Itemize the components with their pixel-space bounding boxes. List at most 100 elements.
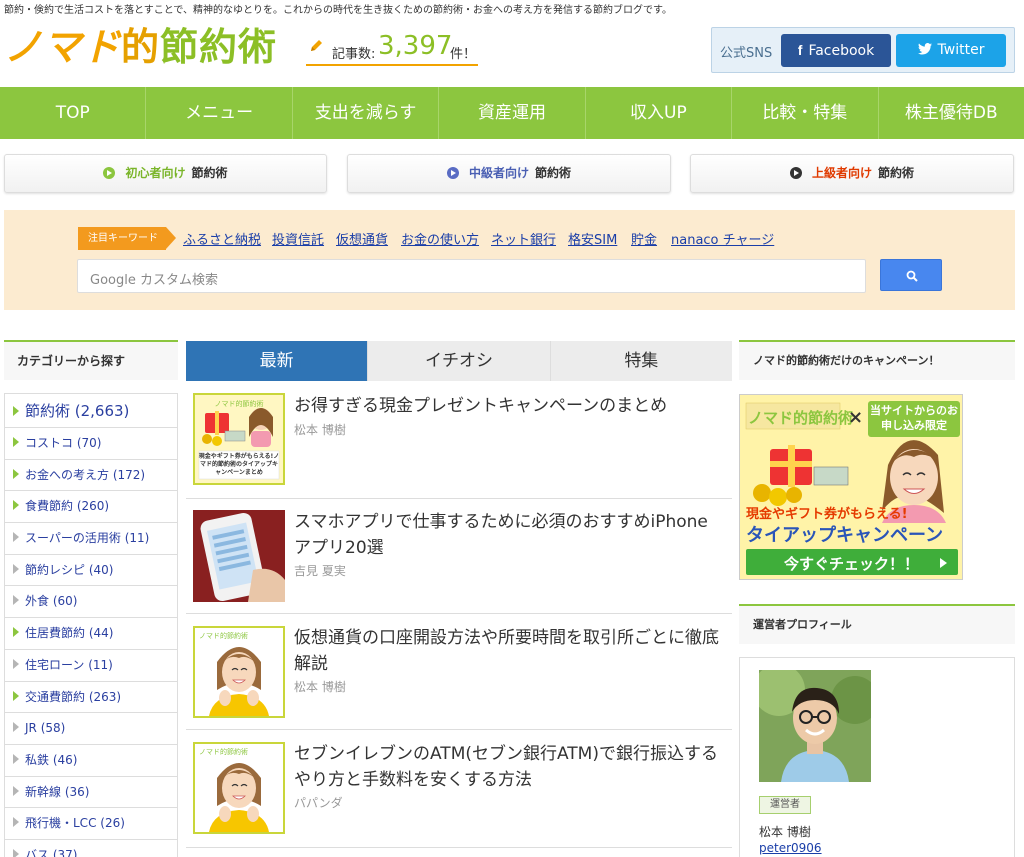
level-button-advanced[interactable]: 上級者向け 節約術: [690, 154, 1014, 193]
play-circle-icon: [446, 167, 459, 179]
iphone-photo-image: [193, 510, 285, 602]
nav-item-shareholder-db[interactable]: 株主優待DB: [879, 87, 1024, 139]
triangle-right-icon: [13, 785, 19, 796]
nav-item-menu[interactable]: メニュー: [146, 87, 293, 139]
category-item[interactable]: 節約レシピ (40): [5, 554, 177, 587]
post-title[interactable]: スマホアプリで仕事するために必須のおすすめiPhoneアプリ20選: [294, 509, 722, 561]
post-item[interactable]: ノマド的節約術 現金やギフト券がもらえる!ノマド的節約術のタイアップキャンペーン…: [186, 381, 732, 499]
post-title[interactable]: セブンイレブンのATM(セブン銀行ATM)で銀行振込するやり方と手数料を安くする…: [294, 741, 722, 793]
facebook-label: Facebook: [808, 43, 875, 59]
thumb-caption: 現金やギフト券がもらえる!ノマド的節約術のタイアップキャンペーンまとめ: [198, 453, 280, 476]
site-logo[interactable]: ノマド的節約術: [4, 22, 277, 72]
pencil-icon: [311, 40, 322, 51]
post-author: パパンダ: [294, 796, 343, 810]
post-author: 松本 博樹: [294, 423, 346, 437]
banner-line1: 現金やギフト券がもらえる!: [746, 507, 908, 522]
triangle-right-icon: [13, 753, 19, 764]
post-thumbnail[interactable]: ノマド的節約術: [193, 742, 285, 834]
sns-box: 公式SNS f Facebook Twitter: [711, 27, 1015, 73]
profile-handle-link[interactable]: peter0906: [759, 841, 822, 855]
level-label: 初心者向け: [125, 166, 186, 180]
banner-cta: 今すぐチェック！！: [784, 555, 920, 573]
level-button-beginner[interactable]: 初心者向け 節約術: [4, 154, 327, 193]
category-item[interactable]: 私鉄 (46): [5, 744, 177, 777]
triangle-right-icon: [13, 627, 19, 638]
category-item[interactable]: 住居費節約 (44): [5, 618, 177, 650]
category-item[interactable]: 外食 (60): [5, 586, 177, 619]
search-button[interactable]: [880, 259, 942, 291]
tab-recommended[interactable]: イチオシ: [368, 341, 551, 381]
category-label: 飛行機・LCC (26): [25, 816, 125, 831]
author-avatar-illustration: ノマド的節約術: [195, 628, 283, 716]
keyword-link[interactable]: ふるさと納税: [183, 229, 261, 248]
category-item[interactable]: 交通費節約 (263): [5, 681, 177, 714]
profile-heading: 運営者プロフィール: [739, 604, 1015, 644]
post-item[interactable]: ノマド的節約術 セブンイレブンのATM(セブン銀行ATM)で銀行振込するやり方と…: [186, 730, 732, 848]
post-author: 松本 博樹: [294, 680, 346, 694]
category-item[interactable]: 飛行機・LCC (26): [5, 808, 177, 840]
triangle-right-icon: [13, 817, 19, 828]
category-item[interactable]: バス (37): [5, 839, 177, 857]
post-title[interactable]: お得すぎる現金プレゼントキャンペーンのまとめ: [294, 393, 722, 419]
post-thumbnail[interactable]: ノマド的節約術: [193, 626, 285, 718]
facebook-button[interactable]: f Facebook: [781, 34, 891, 67]
keyword-link[interactable]: 投資信託: [272, 229, 324, 248]
level-label: 中級者向け: [468, 166, 529, 180]
profile-photo[interactable]: [759, 670, 871, 782]
keyword-link[interactable]: ネット銀行: [491, 229, 556, 248]
category-label: 節約レシピ (40): [25, 562, 114, 577]
category-item[interactable]: お金への考え方 (172): [5, 459, 177, 492]
twitter-button[interactable]: Twitter: [896, 34, 1006, 67]
facebook-icon: f: [797, 42, 803, 58]
category-item[interactable]: コストコ (70): [5, 428, 177, 460]
category-heading: カテゴリーから探す: [4, 340, 178, 380]
category-label: 外食 (60): [25, 594, 78, 609]
campaign-banner[interactable]: ノマド的節約術 × 当サイトからのお申し込み限定 現金やギフト券がもらえる! タ…: [739, 394, 963, 580]
twitter-bird-icon: [917, 43, 932, 55]
triangle-right-icon: [13, 500, 19, 511]
keyword-tag: 注目キーワード: [78, 227, 176, 250]
profile-box: 運営者 松本 博樹 peter0906: [739, 657, 1015, 857]
nav-item-income-up[interactable]: 収入UP: [586, 87, 733, 139]
category-item[interactable]: スーパーの活用術 (11): [5, 523, 177, 555]
triangle-right-icon: [13, 406, 19, 416]
category-label: 節約術 (2,663): [25, 402, 130, 420]
category-list: 節約術 (2,663) コストコ (70) お金への考え方 (172) 食費節約…: [4, 393, 178, 857]
post-title[interactable]: 仮想通貨の口座開設方法や所要時間を取引所ごとに徹底解説: [294, 625, 722, 677]
triangle-right-icon: [13, 848, 19, 857]
category-item[interactable]: 住宅ローン (11): [5, 649, 177, 682]
keyword-link[interactable]: お金の使い方: [401, 229, 479, 248]
logo-part-nomad: ノマド: [4, 25, 122, 69]
search-input[interactable]: Google カスタム検索: [77, 259, 866, 293]
nav-item-top[interactable]: TOP: [0, 87, 147, 139]
tab-latest[interactable]: 最新: [186, 341, 369, 381]
keyword-link[interactable]: nanaco チャージ: [671, 229, 774, 248]
search-placeholder: Google カスタム検索: [90, 273, 218, 288]
keyword-link[interactable]: 格安SIM: [568, 229, 617, 248]
profile-name: 松本 博樹: [759, 825, 811, 839]
post-item[interactable]: スマホアプリで仕事するために必須のおすすめiPhoneアプリ20選 吉見 夏実: [186, 499, 732, 614]
category-label: 住宅ローン (11): [25, 657, 113, 672]
level-button-intermediate[interactable]: 中級者向け 節約術: [347, 154, 671, 193]
tab-featured[interactable]: 特集: [550, 341, 732, 381]
category-item[interactable]: 節約術 (2,663): [5, 394, 177, 428]
category-item[interactable]: 食費節約 (260): [5, 491, 177, 524]
keyword-link[interactable]: 貯金: [631, 229, 657, 248]
category-item[interactable]: JR (58): [5, 713, 177, 745]
category-label: バス (37): [25, 847, 78, 857]
post-thumbnail[interactable]: ノマド的節約術 現金やギフト券がもらえる!ノマド的節約術のタイアップキャンペーン…: [193, 393, 285, 485]
post-item[interactable]: ノマド的節約術 仮想通貨の口座開設方法や所要時間を取引所ごとに徹底解説 松本 博…: [186, 614, 732, 730]
nav-item-comparison[interactable]: 比較・特集: [732, 87, 879, 139]
nav-item-reduce-spending[interactable]: 支出を減らす: [293, 87, 440, 139]
category-label: 新幹線 (36): [25, 784, 90, 799]
post-tabs: 最新 イチオシ 特集: [186, 341, 732, 381]
nav-item-asset-management[interactable]: 資産運用: [439, 87, 586, 139]
play-circle-icon: [789, 167, 802, 179]
triangle-right-icon: [13, 722, 19, 733]
role-badge: 運営者: [759, 796, 811, 814]
category-item[interactable]: 新幹線 (36): [5, 776, 177, 809]
level-suffix: 節約術: [878, 166, 915, 180]
twitter-label: Twitter: [937, 42, 985, 58]
post-thumbnail[interactable]: [193, 510, 285, 602]
keyword-link[interactable]: 仮想通貨: [336, 229, 388, 248]
